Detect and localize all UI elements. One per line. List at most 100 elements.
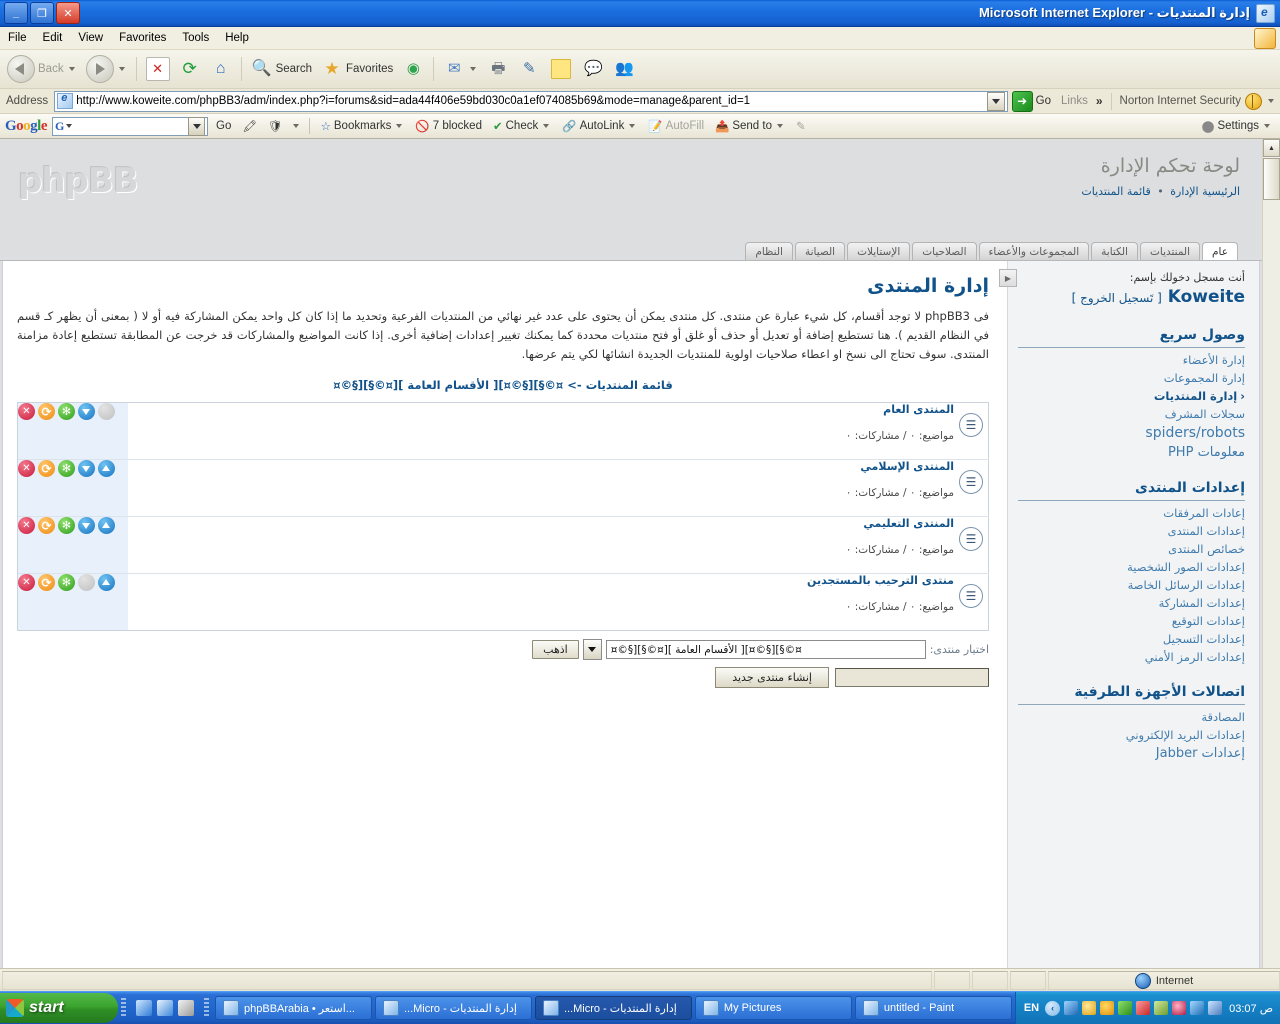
edit-forum-icon[interactable] [58, 517, 75, 534]
taskbar-item[interactable]: untitled - Paint [854, 996, 1012, 1020]
taskbar-grip[interactable] [204, 998, 209, 1018]
google-pencil-button[interactable]: ✎ [793, 119, 809, 133]
create-forum-button[interactable]: إنشاء منتدى جديد [715, 667, 829, 688]
tab-styles[interactable]: الإستايلات [847, 242, 911, 261]
scrollbar-track[interactable] [1263, 200, 1280, 971]
google-g-dropdown-icon[interactable] [66, 124, 73, 128]
mail-button[interactable]: ✉ [439, 56, 482, 82]
resync-forum-icon[interactable] [38, 574, 55, 591]
move-down-icon[interactable] [78, 403, 95, 420]
taskbar-clock[interactable]: 03:07 ص [1226, 1002, 1273, 1015]
sidebar-item-spiders-robots[interactable]: spiders/robots [1018, 423, 1245, 443]
edit-button[interactable]: ✎ [514, 56, 544, 82]
maximize-button[interactable]: ❐ [30, 2, 54, 24]
stop-button[interactable] [142, 55, 174, 83]
security-zone[interactable]: Internet [1048, 971, 1280, 990]
forum-name[interactable]: المنتدى التعليمي [128, 517, 954, 530]
taskbar-item-active[interactable]: إدارة المنتديات - Micro... [534, 996, 692, 1020]
google-go-button[interactable]: Go [213, 120, 234, 132]
new-forum-name-input[interactable] [835, 668, 989, 687]
forum-name[interactable]: المنتدى الإسلامي [128, 460, 954, 473]
sidebar-item-manage-users[interactable]: إدارة الأعضاء [1018, 351, 1245, 369]
links-label[interactable]: Links [1055, 95, 1088, 107]
sidebar-item-avatar-settings[interactable]: إعدادات الصور الشخصية [1018, 558, 1245, 576]
sidebar-item-manage-groups[interactable]: إدارة المجموعات [1018, 369, 1245, 387]
bookmarks-dropdown-icon[interactable] [396, 124, 403, 128]
tray-expand-icon[interactable]: ‹ [1045, 1000, 1061, 1016]
sidebar-item-attachment-settings[interactable]: إعادات المرفقات [1018, 504, 1245, 522]
links-chevron-icon[interactable]: » [1092, 94, 1107, 108]
tab-permissions[interactable]: الصلاحيات [912, 242, 977, 261]
move-up-icon[interactable] [98, 517, 115, 534]
back-dropdown-icon[interactable] [68, 67, 75, 71]
go-forum-button[interactable]: اذهب [532, 640, 579, 659]
edit-forum-icon[interactable] [58, 574, 75, 591]
delete-forum-icon[interactable] [18, 403, 35, 420]
google-popup-blocker-button[interactable]: 🛡 [265, 119, 286, 133]
tray-antivirus-icon[interactable] [1172, 1001, 1187, 1015]
sidebar-item-authentication[interactable]: المصادقة [1018, 708, 1245, 726]
menu-help[interactable]: Help [217, 30, 257, 46]
google-settings-button[interactable]: ⬤ Settings [1199, 119, 1275, 133]
page-scrollbar[interactable]: ▲ ▼ [1262, 139, 1280, 989]
menu-edit[interactable]: Edit [35, 30, 71, 46]
sidebar-item-php-info[interactable]: معلومات PHP [1018, 443, 1245, 462]
tray-messenger-icon[interactable] [1154, 1001, 1169, 1015]
move-up-icon[interactable] [98, 460, 115, 477]
address-input[interactable]: http://www.koweite.com/phpBB3/adm/index.… [54, 90, 1008, 112]
resync-forum-icon[interactable] [38, 460, 55, 477]
sidebar-item-pm-settings[interactable]: إعدادات الرسائل الخاصة [1018, 576, 1245, 594]
sidebar-item-manage-forums[interactable]: إدارة المنتديات [1018, 387, 1245, 405]
scroll-up-button[interactable]: ▲ [1263, 139, 1280, 157]
tray-volume-mute-icon[interactable] [1136, 1001, 1151, 1015]
search-button[interactable]: 🔍 Search [247, 56, 316, 82]
tray-norton-icon[interactable] [1100, 1001, 1115, 1015]
media-button[interactable]: ◉ [398, 56, 428, 82]
notes-button[interactable] [545, 55, 577, 83]
norton-dropdown-icon[interactable] [1268, 99, 1274, 103]
move-up-icon[interactable] [98, 574, 115, 591]
sidebar-item-captcha-settings[interactable]: إعدادات الرمز الأمني [1018, 648, 1245, 666]
edit-forum-icon[interactable] [58, 403, 75, 420]
delete-forum-icon[interactable] [18, 517, 35, 534]
forward-button[interactable] [82, 53, 131, 85]
select-forum-value[interactable]: ¤©§][§©¤][ الأقسام العامة ][¤©§][§©¤ [605, 640, 926, 659]
close-button[interactable]: ✕ [56, 2, 80, 24]
sidebar-item-board-features[interactable]: خصائص المنتدى [1018, 540, 1245, 558]
resync-forum-icon[interactable] [38, 403, 55, 420]
tab-general[interactable]: عام [1202, 242, 1238, 261]
tab-maintenance[interactable]: الصيانة [794, 242, 846, 261]
back-button[interactable]: Back [3, 53, 81, 85]
sendto-dropdown-icon[interactable] [777, 124, 783, 128]
resync-forum-icon[interactable] [38, 517, 55, 534]
quicklaunch-outlook-icon[interactable] [136, 1000, 152, 1016]
google-sendto-button[interactable]: 📤 Send to [712, 119, 788, 133]
forum-name[interactable]: منتدى الترحيب بالمستجدين [128, 574, 954, 587]
quicklaunch-grip[interactable] [121, 998, 126, 1018]
autolink-dropdown-icon[interactable] [629, 124, 636, 128]
quicklaunch-showdesktop-icon[interactable] [178, 1000, 194, 1016]
google-autofill-button[interactable]: 📝 AutoFill [645, 119, 707, 133]
sidebar-item-post-settings[interactable]: إعدادات المشاركة [1018, 594, 1245, 612]
delete-forum-icon[interactable] [18, 574, 35, 591]
sidebar-item-board-settings[interactable]: إعدادات المنتدى [1018, 522, 1245, 540]
select-forum-dropdown-icon[interactable] [582, 639, 602, 660]
google-highlight-button[interactable]: 🖍 [239, 119, 260, 133]
mail-dropdown-icon[interactable] [470, 67, 477, 71]
taskbar-item[interactable]: إدارة المنتديات - Micro... [374, 996, 532, 1020]
tab-posting[interactable]: الكتابة [1091, 242, 1138, 261]
google-blocked-button[interactable]: 🚫 7 blocked [412, 119, 485, 133]
tab-system[interactable]: النظام [745, 242, 793, 261]
edit-forum-icon[interactable] [58, 460, 75, 477]
minimize-button[interactable]: _ [4, 2, 28, 24]
quicklaunch-ie-icon[interactable] [157, 1000, 173, 1016]
google-check-button[interactable]: ✔ Check [490, 119, 554, 133]
tray-alert-icon[interactable] [1082, 1001, 1097, 1015]
google-history-dropdown-icon[interactable] [188, 116, 206, 136]
menu-view[interactable]: View [70, 30, 111, 46]
breadcrumb-category[interactable]: ¤©§][§©¤][ الأقسام العامة ][¤©§][§©¤ [333, 378, 563, 392]
print-button[interactable]: 🖶 [483, 56, 513, 82]
move-down-icon[interactable] [78, 517, 95, 534]
tab-forums[interactable]: المنتديات [1139, 242, 1201, 261]
google-search-input[interactable]: G [52, 116, 209, 136]
